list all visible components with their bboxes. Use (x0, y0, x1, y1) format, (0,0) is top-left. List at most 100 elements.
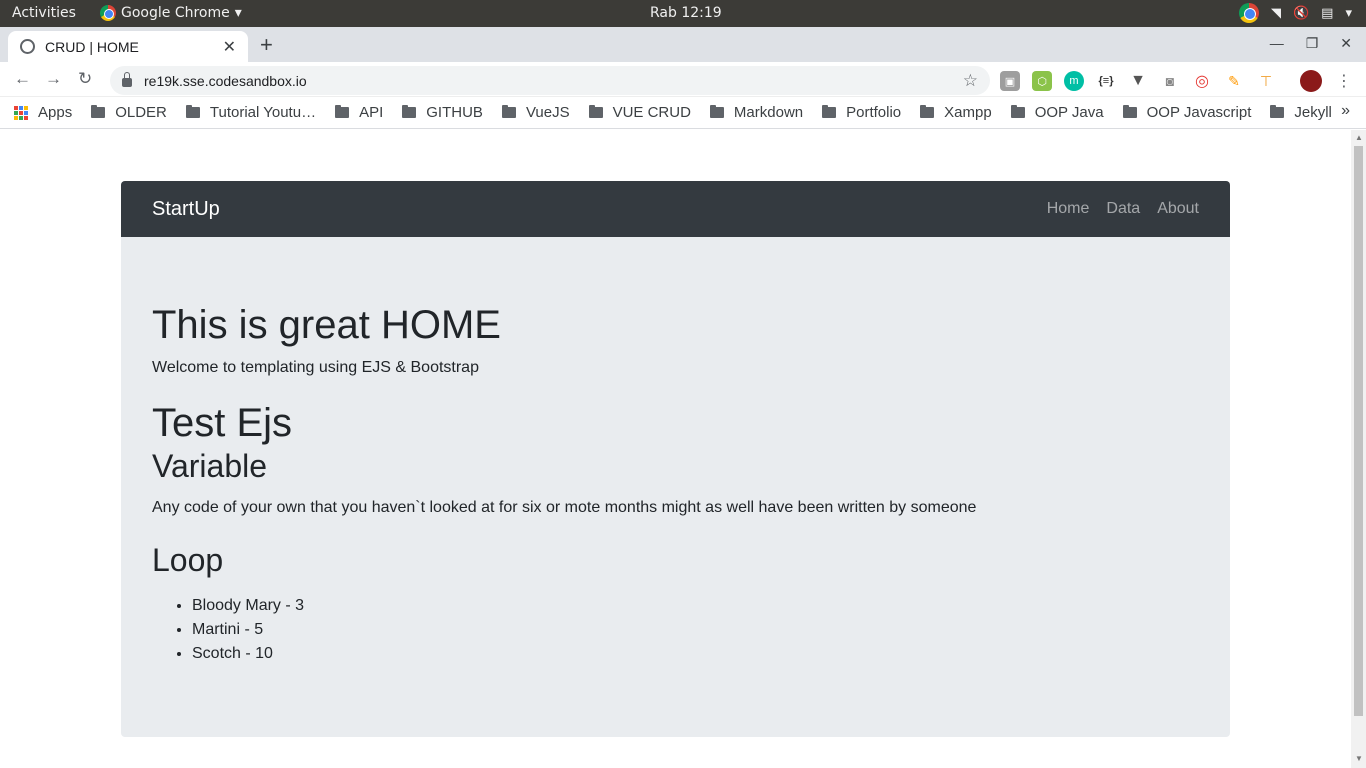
nav-link-about[interactable]: About (1157, 200, 1199, 218)
activities-button[interactable]: Activities (12, 5, 76, 21)
json-icon[interactable]: {≡} (1096, 71, 1116, 91)
bookmark-label: Jekyll (1294, 104, 1332, 121)
vue-devtools-icon[interactable]: ▼ (1128, 71, 1148, 91)
close-tab-icon[interactable]: ✕ (223, 37, 236, 57)
os-top-bar: Activities Google Chrome ▾ Rab 12:19 ◥ 🔇… (0, 0, 1366, 27)
bookmark-folder[interactable]: VueJS (501, 104, 570, 121)
folder-icon (1270, 105, 1285, 118)
window-controls: — ❐ ✕ (1270, 35, 1352, 52)
extension-icon[interactable]: ▣ (1000, 71, 1020, 91)
bookmark-label: OLDER (115, 104, 167, 121)
folder-icon (335, 105, 350, 118)
list-item: Scotch - 10 (192, 642, 1199, 666)
loop-list: Bloody Mary - 3 Martini - 5 Scotch - 10 (152, 594, 1199, 666)
folder-icon (402, 105, 417, 118)
lead-text: Welcome to templating using EJS & Bootst… (152, 359, 479, 376)
bookmark-folder[interactable]: OLDER (91, 104, 167, 121)
bookmark-folder[interactable]: API (335, 104, 383, 121)
restore-icon[interactable]: ❐ (1306, 35, 1319, 52)
bookmark-label: Portfolio (846, 104, 902, 121)
list-item: Bloody Mary - 3 (192, 594, 1199, 618)
bookmark-label: OOP Java (1034, 104, 1104, 121)
bookmark-folder[interactable]: OOP Javascript (1122, 104, 1252, 121)
tab-strip: CRUD | HOME ✕ + — ❐ ✕ (0, 27, 1366, 62)
wifi-icon: ◥ (1270, 5, 1281, 21)
folder-icon (920, 105, 935, 118)
nodejs-icon[interactable]: ⬡ (1032, 71, 1052, 91)
bookmark-label: Xampp (944, 104, 992, 121)
bookmark-apps[interactable]: Apps (14, 104, 72, 121)
variable-text: Any code of your own that you haven`t lo… (152, 499, 977, 517)
scroll-up-icon[interactable]: ▲ (1355, 133, 1363, 142)
menu-dots-icon[interactable]: ⋮ (1334, 71, 1354, 91)
bookmark-label: VueJS (525, 104, 570, 121)
url-text[interactable]: re19k.sse.codesandbox.io (144, 73, 963, 89)
close-window-icon[interactable]: ✕ (1340, 35, 1352, 52)
reload-icon[interactable]: ↻ (78, 69, 92, 89)
forward-icon[interactable]: → (45, 69, 62, 89)
bookmark-label: OOP Javascript (1146, 104, 1252, 121)
page-title: This is great HOME (152, 303, 501, 347)
bookmark-folder[interactable]: Xampp (920, 104, 992, 121)
caret-down-icon: ▾ (234, 5, 242, 21)
page-content: This is great HOME Welcome to templating… (121, 237, 1230, 666)
tag-icon[interactable]: ⊤ (1256, 71, 1276, 91)
nav-links: Home Data About (1047, 200, 1199, 218)
profile-avatar[interactable] (1300, 70, 1322, 92)
folder-icon (588, 105, 603, 118)
bookmarks-bar: Apps OLDER Tutorial Youtu… API GITHUB Vu… (0, 97, 1366, 129)
lock-icon[interactable] (122, 72, 132, 87)
back-icon[interactable]: ← (14, 69, 31, 89)
app-name: Google Chrome (121, 5, 230, 21)
new-tab-button[interactable]: + (260, 32, 273, 58)
lastpass-icon[interactable]: ◎ (1192, 71, 1212, 91)
bookmark-folder[interactable]: Tutorial Youtu… (185, 104, 317, 121)
folder-icon (501, 105, 516, 118)
more-bookmarks-button[interactable]: » (1341, 102, 1350, 120)
clock[interactable]: Rab 12:19 (650, 5, 722, 21)
nav-link-data[interactable]: Data (1106, 200, 1140, 218)
bookmark-folder[interactable]: GITHUB (402, 104, 483, 121)
tab-title: CRUD | HOME (45, 38, 139, 55)
scrollbar-thumb[interactable] (1354, 146, 1363, 716)
scroll-down-icon[interactable]: ▼ (1355, 754, 1363, 763)
variable-heading: Variable (152, 448, 268, 484)
camera-icon[interactable]: ◙ (1160, 71, 1180, 91)
app-menu[interactable]: Google Chrome ▾ (100, 5, 242, 21)
jumbotron-card: StartUp Home Data About This is great HO… (121, 181, 1230, 737)
bookmark-label: Apps (38, 104, 73, 121)
list-item: Martini - 5 (192, 618, 1199, 642)
globe-icon (20, 39, 35, 54)
vertical-scrollbar[interactable]: ▲ ▼ (1351, 130, 1366, 768)
folder-icon (1122, 105, 1137, 118)
extensions: ▣ ⬡ m {≡} ▼ ◙ ◎ ✎ ⊤ ⋮ (1000, 70, 1354, 92)
bookmark-folder[interactable]: Markdown (709, 104, 804, 121)
bookmark-folder[interactable]: Jekyll (1270, 104, 1332, 121)
navbar: StartUp Home Data About (121, 181, 1230, 237)
navbar-brand[interactable]: StartUp (152, 198, 1047, 221)
bookmark-folder[interactable]: Portfolio (822, 104, 901, 121)
caret-down-icon: ▾ (1345, 5, 1352, 21)
toolbar: ← → ↻ re19k.sse.codesandbox.io ☆ ▣ ⬡ m {… (0, 62, 1366, 97)
bookmark-label: Tutorial Youtu… (209, 104, 317, 121)
chrome-tray-icon[interactable] (1238, 3, 1259, 23)
folder-icon (709, 105, 724, 118)
bookmark-star-icon[interactable]: ☆ (963, 71, 978, 91)
omnibox[interactable]: re19k.sse.codesandbox.io ☆ (110, 66, 990, 95)
bookmark-label: Markdown (733, 104, 804, 121)
m-extension-icon[interactable]: m (1064, 71, 1084, 91)
bookmark-label: VUE CRUD (612, 104, 691, 121)
system-tray[interactable]: ◥ 🔇 ▤ ▾ (1238, 3, 1352, 23)
bookmark-folder[interactable]: VUE CRUD (588, 104, 691, 121)
folder-icon (822, 105, 837, 118)
clipboard-icon: ▤ (1321, 5, 1334, 21)
volume-mute-icon: 🔇 (1292, 5, 1310, 21)
bookmark-folder[interactable]: OOP Java (1010, 104, 1104, 121)
folder-icon (1010, 105, 1025, 118)
chrome-icon (100, 5, 116, 21)
color-picker-icon[interactable]: ✎ (1224, 71, 1244, 91)
nav-link-home[interactable]: Home (1047, 200, 1090, 218)
minimize-icon[interactable]: — (1270, 35, 1284, 52)
tab-crud-home[interactable]: CRUD | HOME ✕ (8, 31, 248, 62)
bookmark-label: GITHUB (426, 104, 483, 121)
